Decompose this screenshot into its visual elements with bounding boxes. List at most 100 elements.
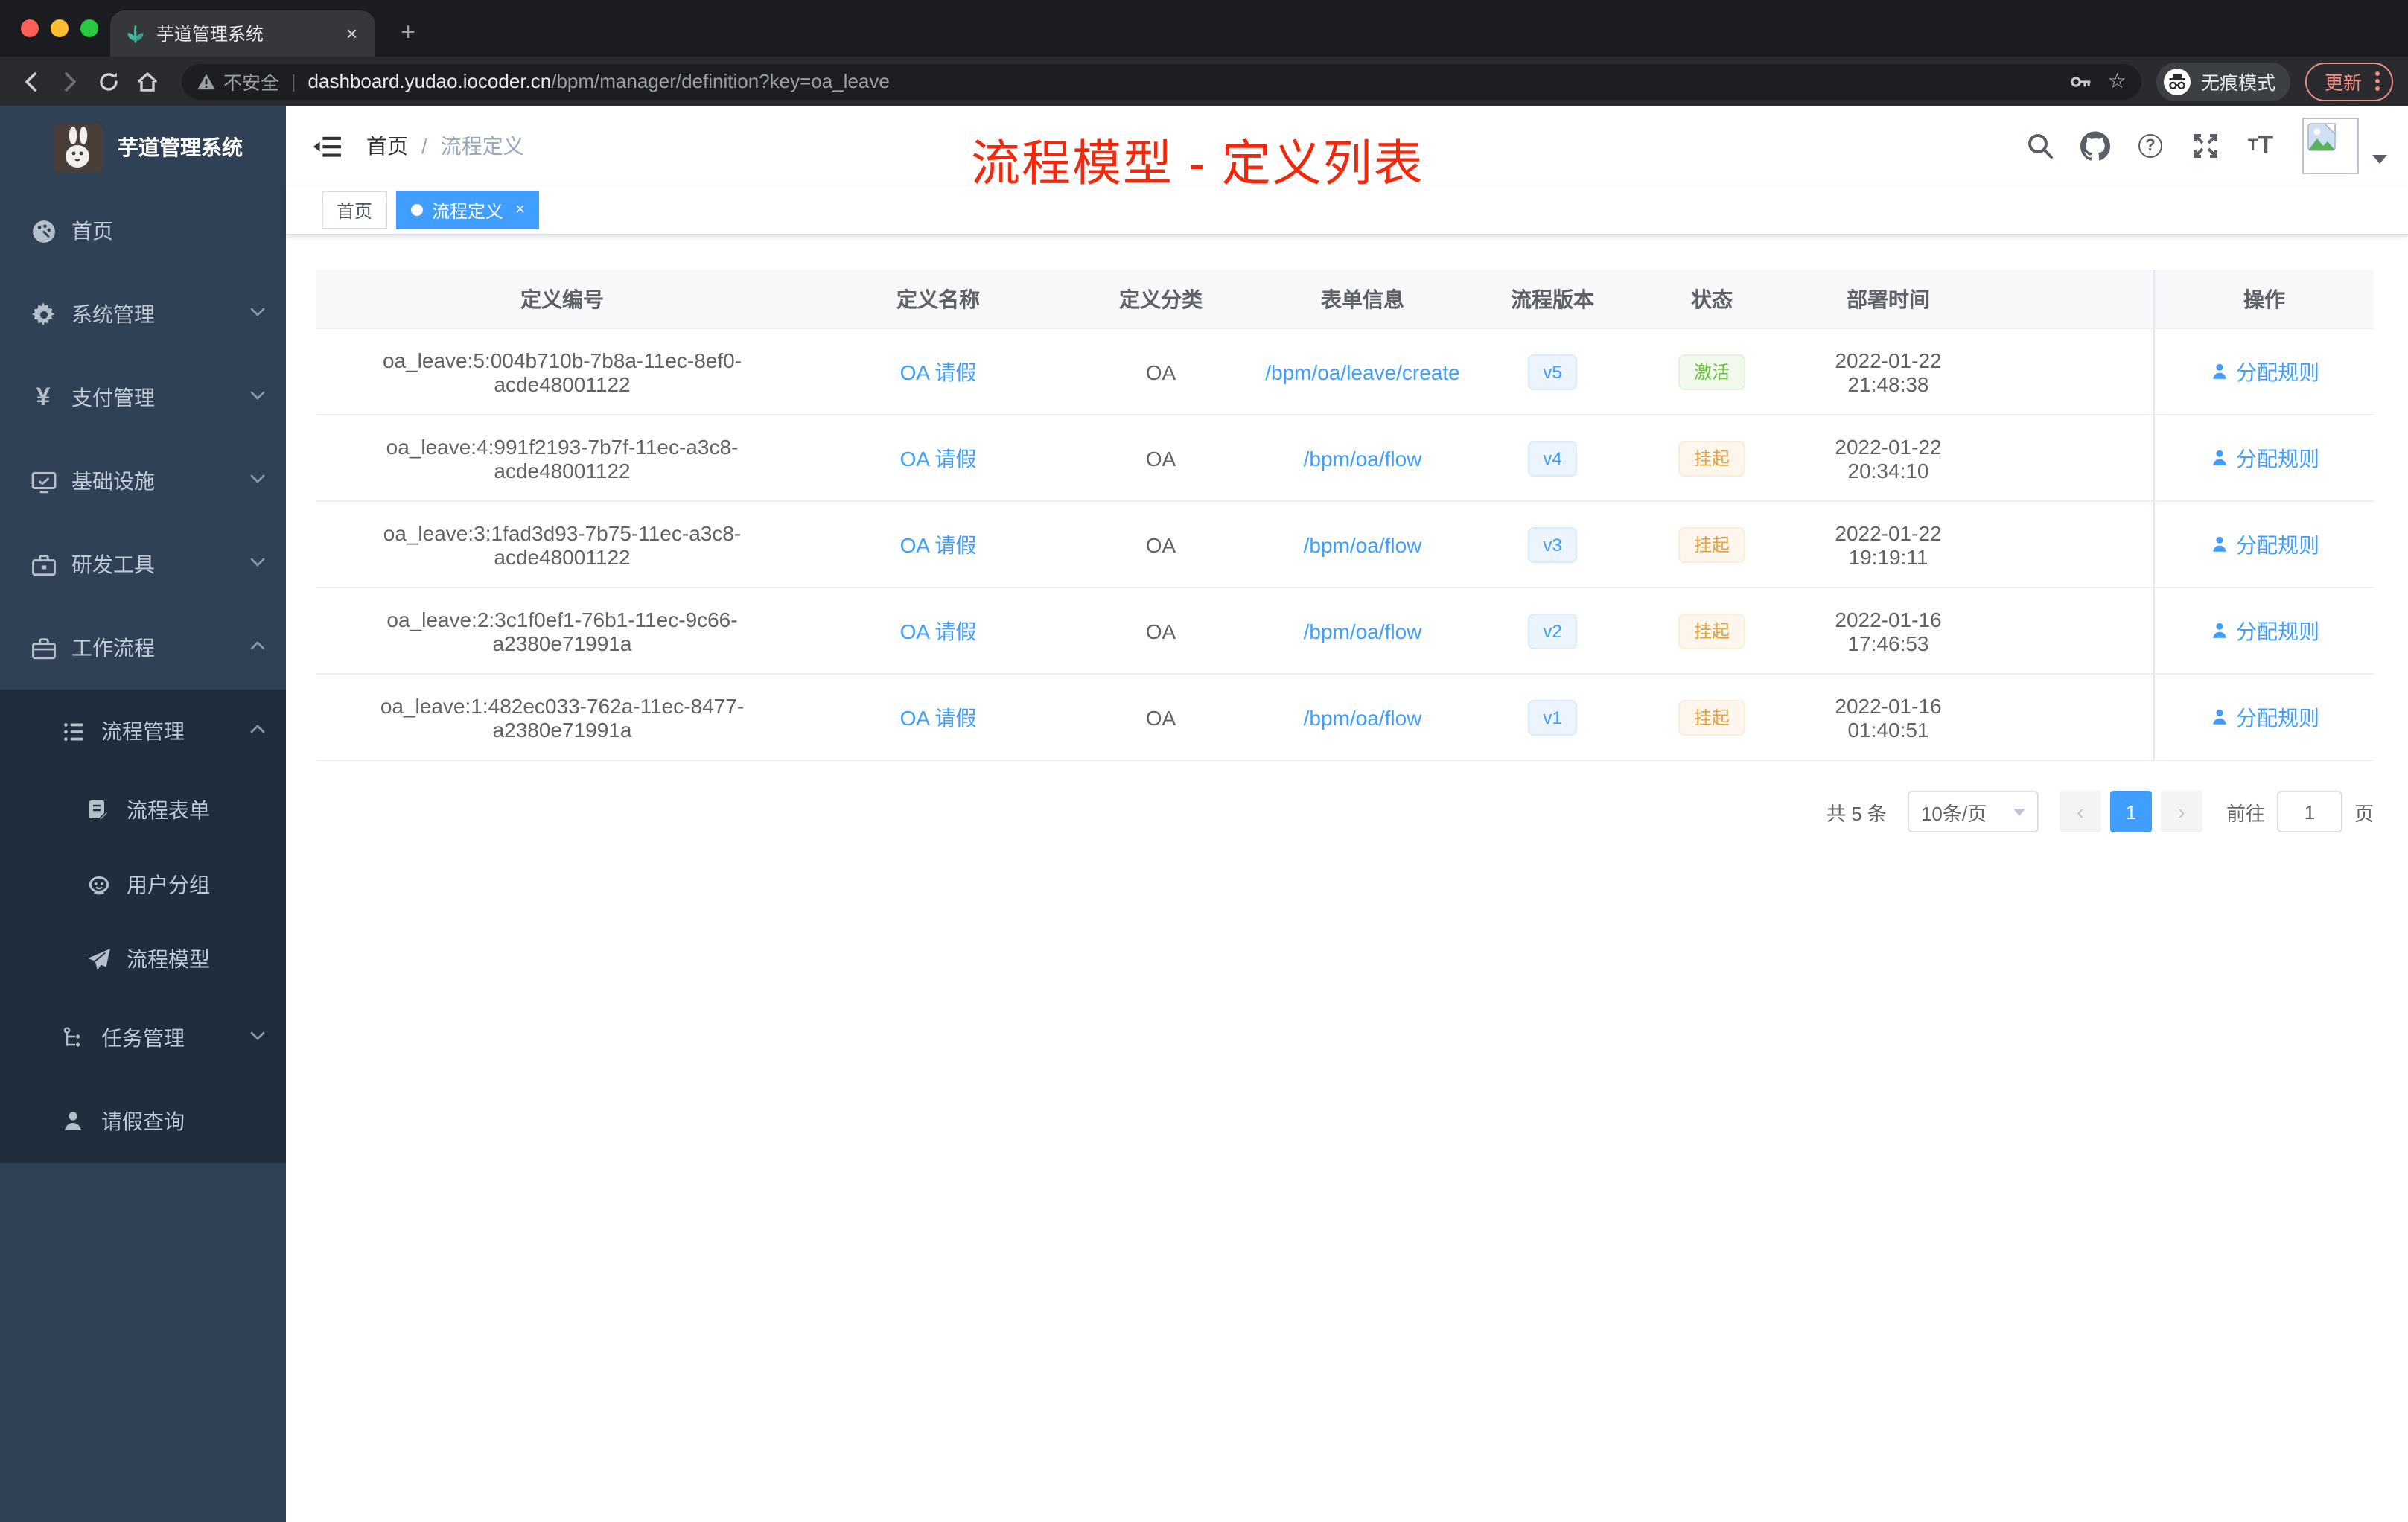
form-info-link[interactable]: /bpm/oa/flow (1304, 705, 1422, 729)
forward-icon[interactable] (51, 62, 89, 101)
update-label[interactable]: 更新 (2325, 67, 2362, 95)
breadcrumb-home-link[interactable]: 首页 (366, 131, 408, 161)
browser-titlebar: 芋道管理系统 × + (0, 0, 2408, 57)
sidebar-item-home[interactable]: 首页 (0, 189, 286, 273)
definition-id: oa_leave:2:3c1f0ef1-76b1-11ec-9c66-a2380… (386, 607, 738, 655)
new-tab-button[interactable]: + (390, 15, 426, 51)
window-controls (21, 19, 98, 37)
column-header-form: 表单信息 (1321, 287, 1404, 311)
assign-rule-link[interactable]: 分配规则 (2209, 443, 2319, 473)
url-host[interactable]: dashboard.yudao.iocoder.cn (308, 70, 552, 92)
tag-close-icon[interactable]: × (515, 201, 525, 219)
window-minimize-button[interactable] (51, 19, 69, 37)
sidebar: 芋道管理系统 首页 系统管理 ¥ 支付管理 基础设施 研发工具 工作流程 流程管… (0, 106, 286, 1522)
browser-tab[interactable]: 芋道管理系统 × (110, 10, 375, 57)
help-icon[interactable]: ? (2133, 128, 2168, 164)
sidebar-item-process-model[interactable]: 流程模型 (0, 922, 286, 996)
reload-icon[interactable] (89, 62, 128, 101)
back-icon[interactable] (12, 62, 51, 101)
form-info-link[interactable]: /bpm/oa/flow (1304, 532, 1422, 556)
table-row: oa_leave:2:3c1f0ef1-76b1-11ec-9c66-a2380… (316, 588, 2374, 675)
url-path[interactable]: /bpm/manager/definition?key=oa_leave (551, 70, 890, 92)
goto-page-input[interactable] (2276, 791, 2342, 832)
definition-id: oa_leave:5:004b710b-7b8a-11ec-8ef0-acde4… (382, 348, 742, 395)
gear-icon (30, 302, 57, 327)
definition-name-link[interactable]: OA 请假 (900, 529, 977, 559)
definition-name-link[interactable]: OA 请假 (900, 616, 977, 646)
sidebar-item-label: 流程模型 (127, 947, 210, 971)
sidebar-item-infrastructure[interactable]: 基础设施 (0, 439, 286, 523)
tag-process-definition[interactable]: 流程定义 × (396, 191, 540, 229)
assign-rule-link[interactable]: 分配规则 (2209, 529, 2319, 559)
browser-toolbar: 不安全 | dashboard.yudao.iocoder.cn/bpm/man… (0, 57, 2408, 106)
total-count: 共 5 条 (1826, 802, 1887, 824)
status-badge: 激活 (1678, 354, 1745, 389)
current-page-button[interactable]: 1 (2109, 791, 2152, 832)
definition-name-link[interactable]: OA 请假 (900, 702, 977, 732)
status-badge: 挂起 (1678, 440, 1745, 476)
sidebar-item-task-management[interactable]: 任务管理 (0, 996, 286, 1080)
sidebar-item-process-management[interactable]: 流程管理 (0, 690, 286, 773)
definition-name-link[interactable]: OA 请假 (900, 443, 977, 473)
briefcase-icon (30, 635, 57, 660)
yen-icon: ¥ (36, 383, 51, 411)
breadcrumb-current: 流程定义 (440, 134, 524, 158)
sidebar-item-system-management[interactable]: 系统管理 (0, 273, 286, 356)
search-icon[interactable] (2022, 128, 2058, 164)
tag-home[interactable]: 首页 (322, 191, 388, 229)
column-header-version: 流程版本 (1511, 287, 1594, 311)
font-size-icon[interactable]: TT (2243, 128, 2278, 164)
assign-rule-link[interactable]: 分配规则 (2209, 616, 2319, 646)
password-key-icon[interactable] (2069, 69, 2093, 93)
address-bar[interactable]: 不安全 | dashboard.yudao.iocoder.cn/bpm/man… (182, 63, 2141, 99)
form-info-link[interactable]: /bpm/oa/flow (1304, 619, 1422, 643)
form-document-icon (85, 798, 112, 822)
bookmark-star-icon[interactable]: ☆ (2108, 69, 2127, 94)
robot-face-icon (85, 872, 112, 897)
column-header-actions: 操作 (2153, 270, 2374, 328)
chevron-down-icon (250, 557, 265, 572)
definition-name-link[interactable]: OA 请假 (900, 357, 977, 386)
assign-rule-link[interactable]: 分配规则 (2209, 357, 2319, 386)
column-header-id: 定义编号 (520, 287, 604, 311)
status-badge: 挂起 (1678, 613, 1745, 649)
sidebar-item-dev-tools[interactable]: 研发工具 (0, 523, 286, 606)
sidebar-logo[interactable]: 芋道管理系统 (0, 106, 286, 189)
fullscreen-icon[interactable] (2188, 128, 2223, 164)
breadcrumb: 首页 / 流程定义 (366, 131, 524, 161)
chevron-up-icon (250, 640, 265, 655)
window-zoom-button[interactable] (80, 19, 98, 37)
page-size-select[interactable]: 10条/页 (1907, 791, 2039, 832)
avatar-caret-down-icon[interactable] (2372, 155, 2387, 164)
home-icon[interactable] (128, 62, 167, 101)
browser-menu-kebab-icon[interactable] (2375, 71, 2380, 91)
assign-rule-link[interactable]: 分配规则 (2209, 702, 2319, 732)
window-close-button[interactable] (21, 19, 39, 37)
browser-update-button[interactable]: 更新 (2305, 62, 2393, 101)
prev-page-button[interactable]: ‹ (2059, 791, 2101, 832)
tab-close-icon[interactable]: × (343, 22, 360, 45)
next-page-button[interactable]: › (2160, 791, 2202, 832)
column-header-category: 定义分类 (1119, 287, 1203, 311)
sidebar-item-payment-management[interactable]: ¥ 支付管理 (0, 356, 286, 439)
avatar[interactable] (2302, 118, 2359, 174)
tag-label: 流程定义 (432, 200, 504, 221)
app-window: 芋道管理系统 首页 系统管理 ¥ 支付管理 基础设施 研发工具 工作流程 流程管… (0, 106, 2408, 1522)
sidebar-item-process-form[interactable]: 流程表单 (0, 773, 286, 847)
sidebar-item-user-group[interactable]: 用户分组 (0, 847, 286, 922)
github-icon[interactable] (2077, 128, 2113, 164)
form-info-link[interactable]: /bpm/oa/leave/create (1265, 360, 1460, 383)
tag-label: 首页 (337, 200, 373, 221)
user-icon (60, 1109, 86, 1133)
sidebar-item-leave-query[interactable]: 请假查询 (0, 1080, 286, 1163)
form-info-link[interactable]: /bpm/oa/flow (1304, 446, 1422, 470)
goto-page: 前往 页 (2226, 791, 2374, 832)
sidebar-fold-icon[interactable] (310, 130, 343, 162)
definition-category: OA (1145, 532, 1176, 556)
status-badge: 挂起 (1678, 526, 1745, 562)
column-header-name: 定义名称 (896, 287, 980, 311)
sidebar-item-label: 工作流程 (71, 636, 155, 660)
security-label[interactable]: 不安全 (223, 67, 279, 95)
version-badge: v3 (1528, 526, 1577, 562)
sidebar-item-workflow[interactable]: 工作流程 (0, 606, 286, 690)
